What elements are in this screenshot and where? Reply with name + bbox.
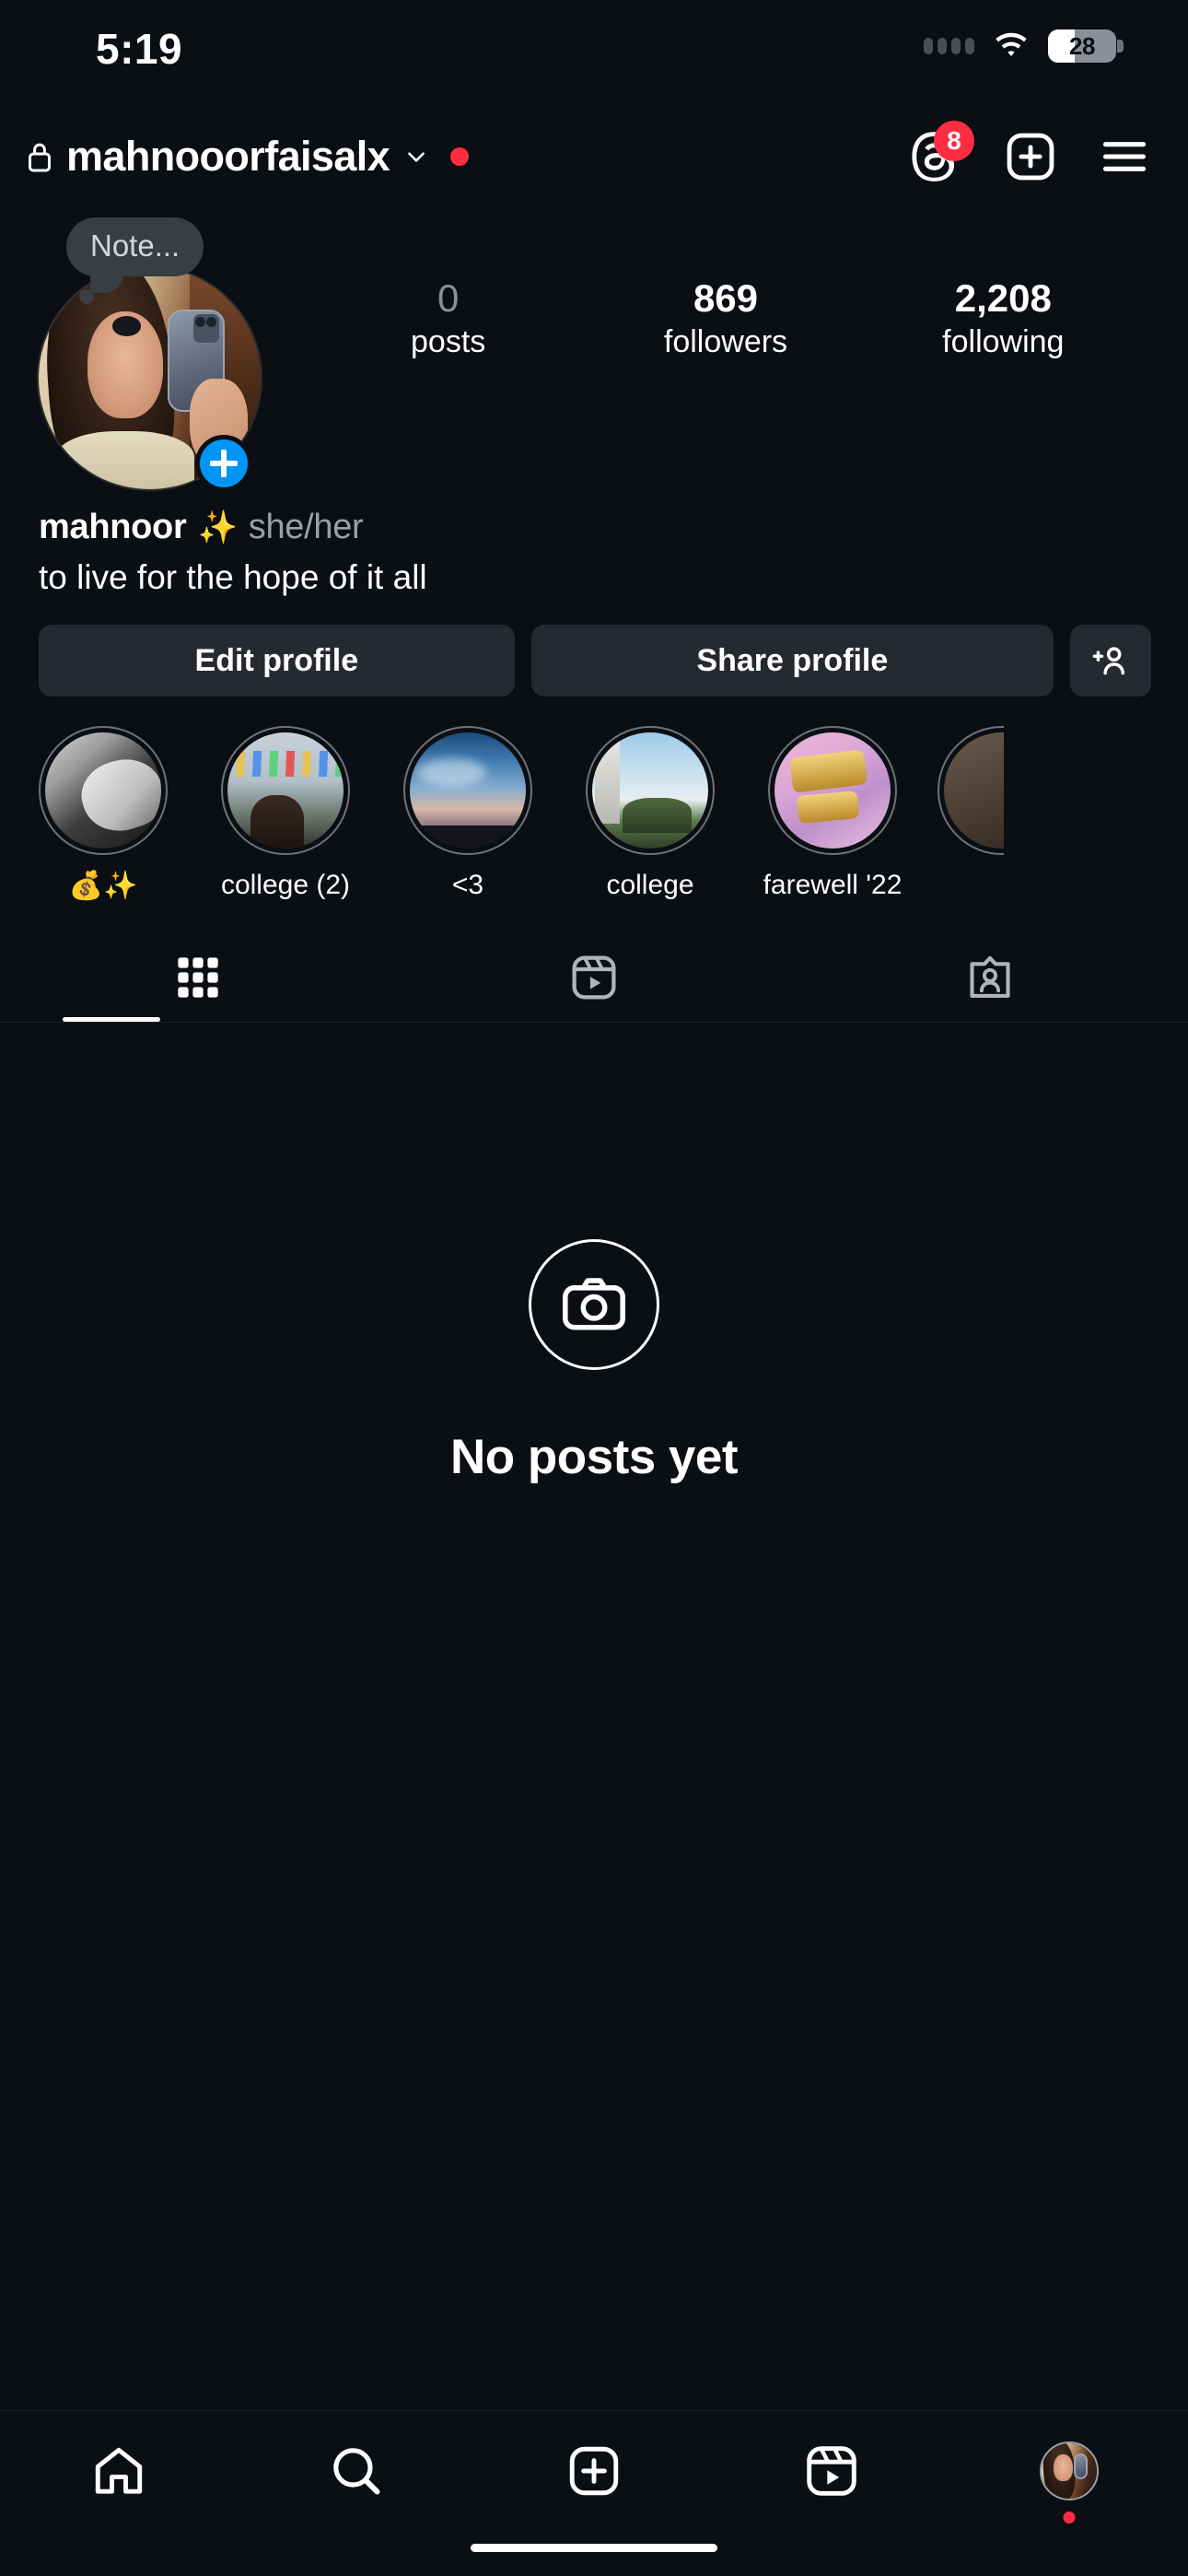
status-bar: 5:19 28 bbox=[0, 0, 1188, 111]
tagged-icon bbox=[966, 954, 1014, 1001]
avatar-icon bbox=[1040, 2441, 1099, 2500]
stat-following[interactable]: 2,208 following bbox=[934, 276, 1072, 361]
highlight-label: <3 bbox=[451, 870, 484, 901]
empty-state-title: No posts yet bbox=[449, 1430, 739, 1485]
edit-profile-button[interactable]: Edit profile bbox=[39, 625, 515, 697]
add-person-button[interactable] bbox=[1070, 625, 1151, 697]
profile-bio-section: mahnoor ✨ she/her to live for the hope o… bbox=[0, 491, 1188, 599]
bio-text: to live for the hope of it all bbox=[39, 558, 427, 596]
highlight-item[interactable]: college bbox=[573, 726, 728, 902]
reels-icon bbox=[569, 953, 619, 1002]
profile-header-section: Note... 0 posts 869 followers 2,208 foll… bbox=[0, 203, 1188, 492]
home-indicator bbox=[471, 2544, 717, 2552]
chevron-down-icon[interactable] bbox=[404, 145, 428, 169]
username-switcher[interactable]: mahnooorfaisalx bbox=[26, 133, 910, 181]
highlight-item[interactable]: college (2) bbox=[208, 726, 363, 902]
active-tab-underline bbox=[63, 1017, 160, 1023]
profile-stats: 0 posts 869 followers 2,208 following bbox=[285, 223, 1151, 361]
search-nav-button[interactable] bbox=[238, 2411, 475, 2531]
profile-action-buttons: Edit profile Share profile bbox=[0, 599, 1188, 697]
signal-dots-icon bbox=[924, 38, 974, 54]
reels-tab[interactable] bbox=[396, 933, 792, 1022]
highlight-label: 💰✨ bbox=[68, 871, 138, 902]
bottom-navigation bbox=[0, 2410, 1188, 2576]
reels-nav-button[interactable] bbox=[713, 2411, 950, 2531]
note-bubble[interactable]: Note... bbox=[66, 217, 204, 304]
add-person-icon bbox=[1090, 640, 1131, 681]
highlight-item[interactable]: farewell '22 bbox=[755, 726, 910, 902]
highlight-item[interactable]: <3 bbox=[390, 726, 545, 902]
following-count: 2,208 bbox=[954, 276, 1052, 320]
reels-icon bbox=[803, 2442, 860, 2500]
header-actions: 8 bbox=[910, 121, 1151, 183]
highlight-item-partial[interactable] bbox=[938, 726, 1004, 902]
home-icon bbox=[90, 2442, 147, 2500]
camera-icon bbox=[529, 1239, 659, 1371]
pronouns: she/her bbox=[248, 508, 364, 546]
threads-button[interactable]: 8 bbox=[910, 121, 974, 183]
highlight-label: college (2) bbox=[220, 870, 351, 901]
posts-label: posts bbox=[411, 323, 486, 359]
followers-label: followers bbox=[663, 323, 788, 359]
followers-count: 869 bbox=[693, 276, 759, 320]
display-name: mahnoor bbox=[39, 508, 187, 546]
empty-state: No posts yet bbox=[0, 1023, 1188, 1485]
highlight-label: college bbox=[606, 870, 694, 901]
posts-count: 0 bbox=[437, 276, 460, 320]
app-header: mahnooorfaisalx 8 bbox=[0, 111, 1188, 203]
threads-badge: 8 bbox=[934, 121, 974, 161]
create-button[interactable] bbox=[1004, 130, 1057, 183]
tagged-tab[interactable] bbox=[792, 933, 1188, 1022]
following-label: following bbox=[942, 323, 1065, 359]
battery-icon: 28 bbox=[1048, 29, 1124, 63]
highlight-item[interactable]: 💰✨ bbox=[26, 726, 181, 902]
search-icon bbox=[328, 2442, 385, 2500]
battery-percentage: 28 bbox=[1069, 31, 1095, 60]
plus-box-icon bbox=[565, 2442, 623, 2500]
grid-tab[interactable] bbox=[0, 933, 396, 1022]
home-nav-button[interactable] bbox=[0, 2411, 238, 2531]
grid-icon bbox=[174, 954, 222, 1001]
share-profile-button[interactable]: Share profile bbox=[530, 625, 1054, 697]
create-nav-button[interactable] bbox=[475, 2411, 713, 2531]
display-name-row: mahnoor ✨ she/her bbox=[39, 508, 1151, 547]
status-bar-time: 5:19 bbox=[96, 25, 183, 73]
profile-nav-button[interactable] bbox=[950, 2411, 1188, 2531]
story-highlights: 💰✨ college (2) <3 college farewell '22 bbox=[0, 697, 1188, 902]
highlight-label: farewell '22 bbox=[763, 870, 903, 901]
profile-tabs bbox=[0, 933, 1188, 1023]
lock-icon bbox=[26, 140, 53, 173]
avatar-container: Note... bbox=[37, 217, 285, 492]
profile-username: mahnooorfaisalx bbox=[66, 133, 390, 180]
add-story-button[interactable] bbox=[195, 435, 252, 492]
hamburger-menu-button[interactable] bbox=[1098, 130, 1151, 183]
wifi-icon bbox=[993, 32, 1030, 60]
red-dot-indicator bbox=[450, 147, 470, 166]
status-bar-indicators: 28 bbox=[924, 29, 1124, 63]
profile-nav-dot bbox=[1063, 2512, 1076, 2523]
stat-posts[interactable]: 0 posts bbox=[379, 276, 518, 361]
sparkles-icon: ✨ bbox=[197, 509, 238, 545]
stat-followers[interactable]: 869 followers bbox=[657, 276, 795, 361]
